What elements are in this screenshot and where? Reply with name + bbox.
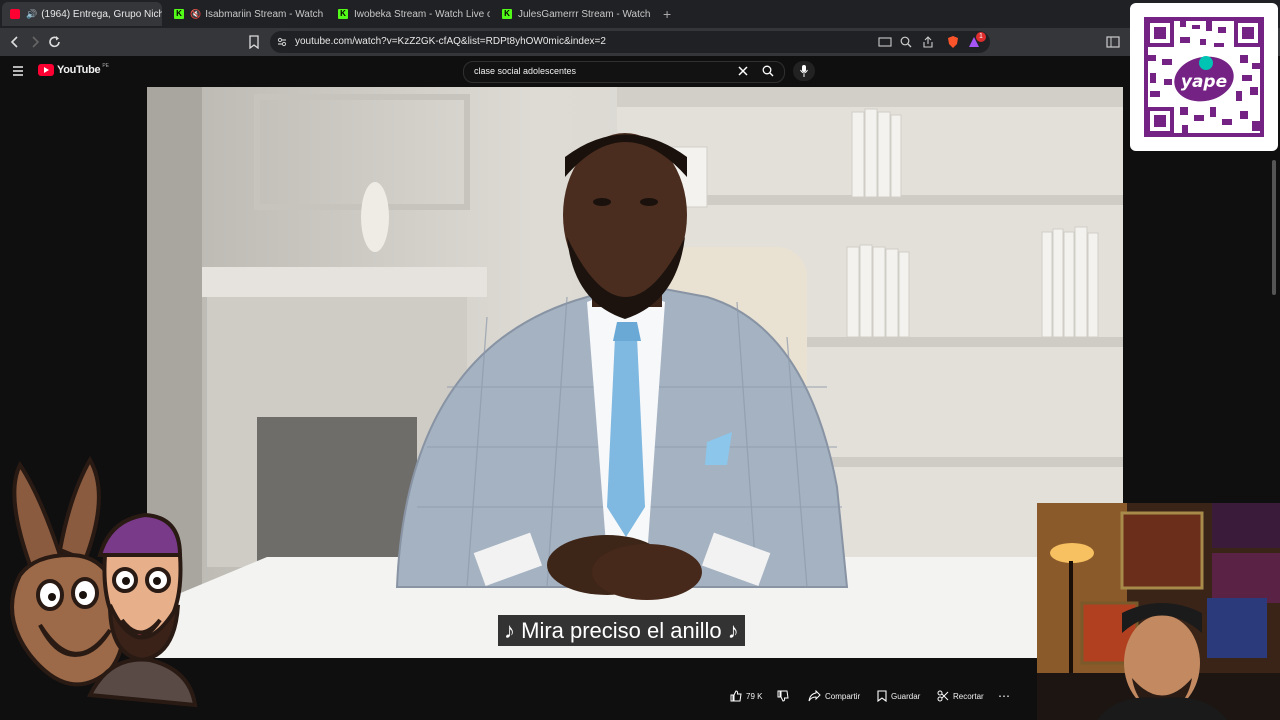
cast-icon[interactable] [878, 36, 892, 48]
more-actions-button[interactable]: ⋯ [998, 686, 1010, 706]
video-player[interactable] [147, 87, 1123, 658]
tab-title: JulesGamerrr Stream - Watch Live o [518, 8, 654, 20]
mascot-overlay [0, 455, 200, 710]
site-settings-icon[interactable] [276, 36, 288, 48]
yape-logo-text: yape [1181, 72, 1227, 92]
microphone-icon [800, 65, 808, 77]
region-code: PE [102, 63, 109, 69]
clip-button[interactable]: Recortar [937, 686, 984, 706]
new-tab-button[interactable]: + [663, 6, 671, 22]
youtube-icon [10, 9, 20, 19]
yape-qr-code: yape [1130, 3, 1278, 151]
donkey-mascot-image [10, 455, 198, 708]
scissors-icon [937, 690, 949, 702]
youtube-logo[interactable]: YouTube PE [38, 63, 109, 76]
kick-icon: K [502, 9, 512, 19]
tab-title: Isabmariin Stream - Watch Live o [205, 8, 326, 20]
forward-icon[interactable] [28, 35, 42, 49]
rewards-badge: 1 [976, 32, 986, 42]
clip-label: Recortar [953, 691, 984, 701]
clear-search-icon[interactable] [738, 66, 748, 76]
thumbs-down-icon [777, 690, 789, 702]
browser-tab-strip: 🔊 (1964) Entrega, Grupo Niche ✕ K 🔇 Isab… [0, 0, 1280, 28]
youtube-play-icon [38, 64, 54, 76]
reload-icon[interactable] [47, 34, 63, 50]
share-page-icon[interactable] [922, 36, 934, 48]
tab-julesgamerrr[interactable]: K JulesGamerrr Stream - Watch Live o [494, 2, 654, 26]
tab-title: (1964) Entrega, Grupo Niche [41, 8, 162, 20]
bookmark-icon[interactable] [248, 35, 260, 49]
brave-shield-icon[interactable] [946, 35, 960, 49]
kick-icon: K [174, 9, 184, 19]
tab-isabmariin[interactable]: K 🔇 Isabmariin Stream - Watch Live o [166, 2, 326, 26]
thumbs-up-icon [730, 690, 742, 702]
search-icon[interactable] [762, 65, 774, 77]
save-label: Guardar [891, 691, 921, 701]
tab-youtube[interactable]: 🔊 (1964) Entrega, Grupo Niche ✕ [2, 2, 162, 26]
save-icon [877, 690, 887, 702]
tab-iwobeka[interactable]: K Iwobeka Stream - Watch Live on Kick [330, 2, 490, 26]
like-count: 79 K [746, 691, 763, 701]
video-caption: ♪ Mira preciso el anillo ♪ [498, 615, 745, 646]
video-frame [147, 87, 1123, 658]
like-button[interactable]: 79 K [730, 686, 762, 706]
sidebar-icon[interactable] [1106, 35, 1120, 49]
voice-search-button[interactable] [793, 61, 815, 81]
streamer-webcam [1037, 503, 1280, 720]
page-scrollbar[interactable] [1272, 160, 1276, 295]
webcam-feed [1037, 503, 1280, 720]
qr-code-image: yape [1144, 17, 1264, 137]
save-button[interactable]: Guardar [877, 686, 920, 706]
share-button[interactable]: Compartir [808, 686, 860, 706]
youtube-wordmark: YouTube [57, 64, 101, 76]
kick-icon: K [338, 9, 348, 19]
share-label: Compartir [825, 691, 861, 701]
muted-icon[interactable]: 🔇 [190, 9, 201, 20]
zoom-icon[interactable] [900, 36, 912, 48]
search-query[interactable]: clase social adolescentes [474, 65, 576, 77]
dislike-button[interactable] [777, 686, 789, 706]
menu-icon[interactable] [12, 65, 24, 77]
tab-title: Iwobeka Stream - Watch Live on Kick [354, 8, 490, 20]
audio-icon[interactable]: 🔊 [26, 9, 37, 20]
back-icon[interactable] [8, 35, 22, 49]
url-text[interactable]: youtube.com/watch?v=KzZ2GK-cfAQ&list=RDP… [295, 34, 606, 50]
share-icon [808, 690, 821, 702]
